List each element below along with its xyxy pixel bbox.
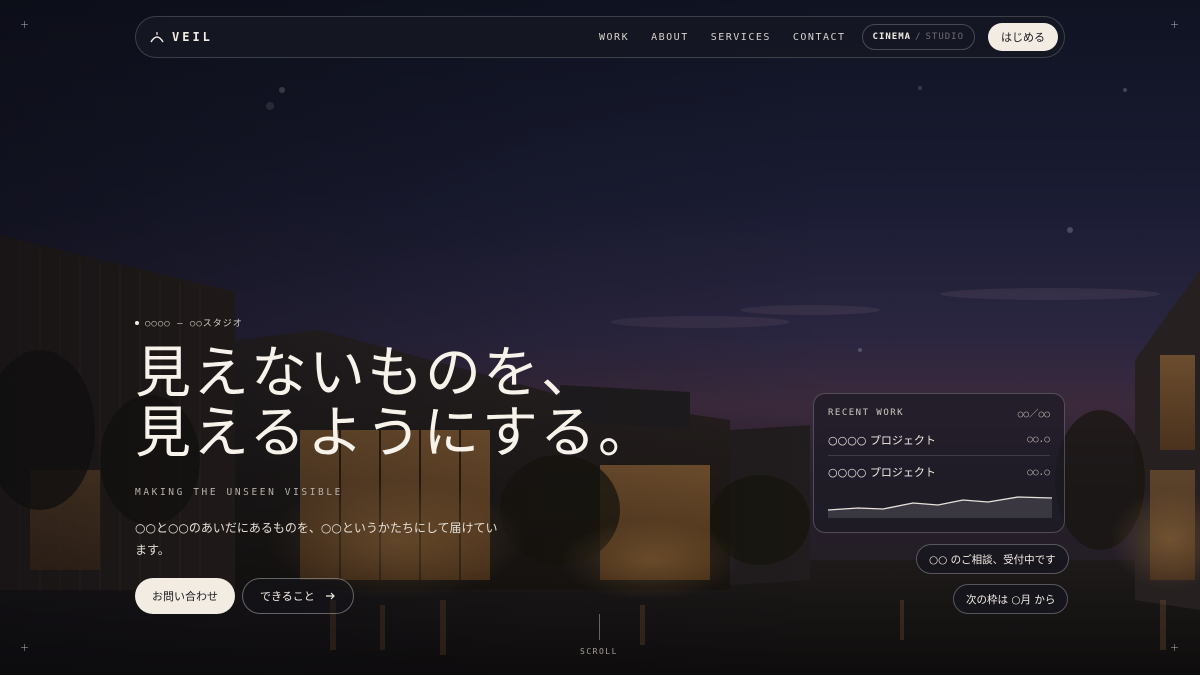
work-item-meta: ○○.○ <box>1027 466 1050 478</box>
recent-work-item[interactable]: ○○○○ プロジェクト ○○.○ <box>828 456 1050 488</box>
eyebrow-dot-icon <box>135 320 139 325</box>
corner-cross-icon <box>21 21 28 28</box>
recent-work-list: ○○○○ プロジェクト ○○.○ ○○○○ プロジェクト ○○.○ <box>828 424 1050 488</box>
mode-separator: / <box>915 32 922 42</box>
nav-link-contact[interactable]: CONTACT <box>793 32 846 43</box>
top-navbar: VEIL WORK ABOUT SERVICES CONTACT CINEMA … <box>135 16 1065 58</box>
activity-sparkline <box>828 496 1052 518</box>
work-item-name: ○○○○ プロジェクト <box>828 466 936 479</box>
recent-work-header: RECENT WORK ○○／○○ <box>828 406 1050 420</box>
work-item-name: ○○○○ プロジェクト <box>828 433 936 447</box>
work-item-meta: ○○.○ <box>1027 434 1050 445</box>
scroll-label[interactable]: SCROLL <box>580 647 618 656</box>
scroll-indicator-line <box>599 614 600 640</box>
nav-link-about[interactable]: ABOUT <box>651 32 689 43</box>
veil-arc-icon <box>150 32 164 43</box>
corner-cross-icon <box>21 644 28 651</box>
mode-cinema[interactable]: CINEMA <box>873 32 912 42</box>
contact-button[interactable]: お問い合わせ <box>135 578 235 614</box>
nav-link-work[interactable]: WORK <box>599 32 629 43</box>
headline-line-1: 見えないものを、 <box>135 341 599 406</box>
start-button[interactable]: はじめる <box>988 23 1058 51</box>
hero-description: ○○と○○のあいだにあるものを、○○というかたちにして届けています。 <box>135 521 498 557</box>
recent-work-title: RECENT WORK <box>828 408 905 418</box>
cinema-studio-toggle[interactable]: CINEMA / STUDIO <box>861 24 975 50</box>
hero-headline: 見えないものを、 見えるようにする。 <box>135 344 656 464</box>
recent-work-item[interactable]: ○○○○ プロジェクト ○○.○ <box>828 424 1050 456</box>
corner-cross-icon <box>1171 644 1178 651</box>
capabilities-button-label: できること <box>260 590 315 603</box>
eyebrow-text: ○○○○ — ○○スタジオ <box>145 319 243 329</box>
arrow-right-icon <box>325 592 335 600</box>
contact-button-label: お問い合わせ <box>152 590 218 603</box>
next-slot-badge[interactable]: 次の枠は ○月 から <box>953 584 1069 614</box>
nav-link-services[interactable]: SERVICES <box>711 32 771 43</box>
brand-name: VEIL <box>172 30 213 44</box>
hero-tagline: MAKING THE UNSEEN VISIBLE <box>135 487 343 498</box>
hero-eyebrow: ○○○○ — ○○スタジオ <box>135 316 243 329</box>
recent-work-count: ○○／○○ <box>1017 409 1050 420</box>
corner-cross-icon <box>1171 21 1178 28</box>
brand-logo[interactable]: VEIL <box>150 30 213 44</box>
availability-badge: ○○ のご相談、受付中です <box>916 544 1069 574</box>
nav-links: WORK ABOUT SERVICES CONTACT CINEMA / STU… <box>577 23 1064 51</box>
recent-work-card: RECENT WORK ○○／○○ ○○○○ プロジェクト ○○.○ ○○○○ … <box>813 393 1065 533</box>
mode-studio[interactable]: STUDIO <box>925 32 964 42</box>
headline-line-2: 見えるようにする。 <box>135 401 656 466</box>
capabilities-button[interactable]: できること <box>242 578 354 614</box>
